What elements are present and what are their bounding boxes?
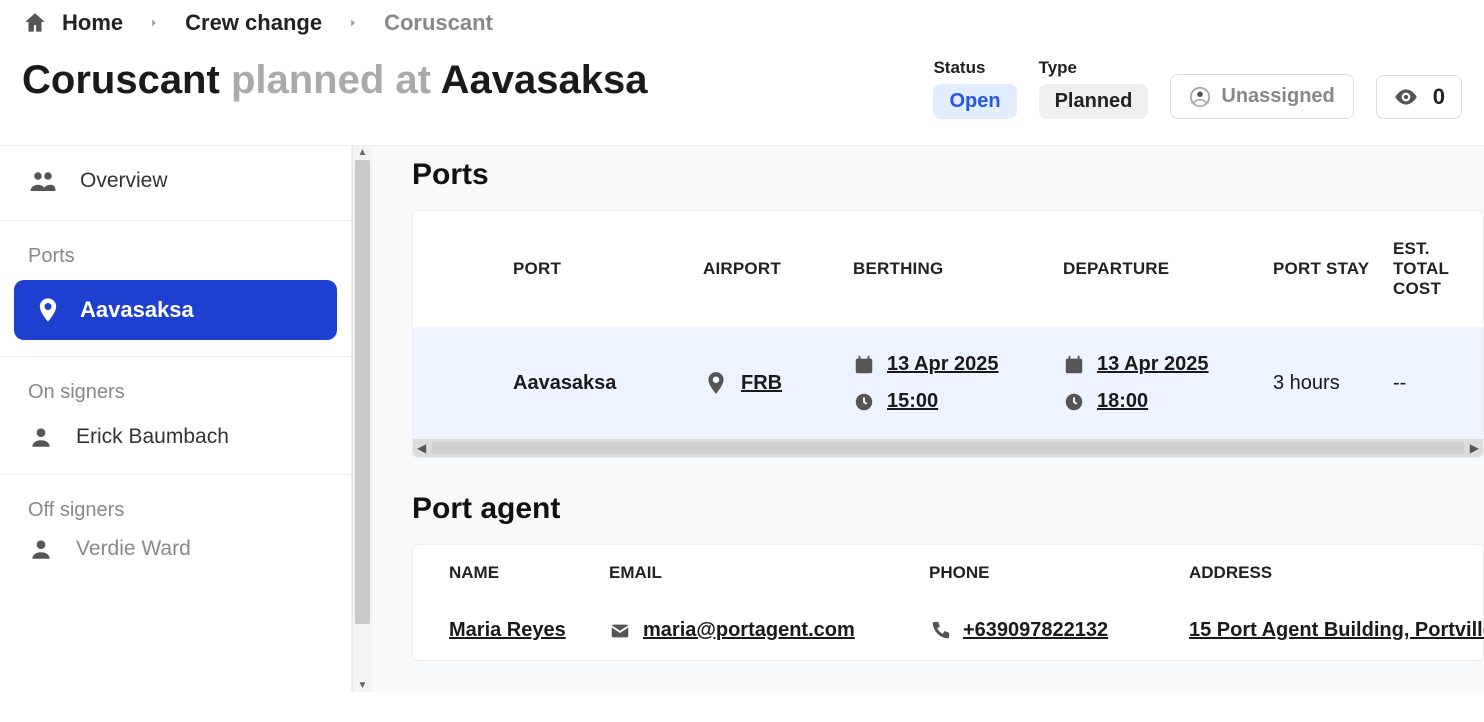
sidebar-item-label: Erick Baumbach xyxy=(76,425,229,449)
cell-airport[interactable]: FRB xyxy=(741,372,782,395)
cell-port-stay: 3 hours xyxy=(1273,372,1393,395)
breadcrumb-home-label: Home xyxy=(62,10,123,36)
scroll-down-arrow-icon: ▼ xyxy=(353,680,372,691)
calendar-icon xyxy=(853,354,875,376)
person-icon xyxy=(28,536,54,562)
chevron-right-icon xyxy=(147,16,161,30)
scrollbar-thumb[interactable] xyxy=(355,160,370,624)
cell-port-name: Aavasaksa xyxy=(513,372,703,395)
page-title: Coruscant planned at Aavasaksa xyxy=(22,58,647,103)
people-icon xyxy=(28,166,58,196)
sidebar-item-port-aavasaksa[interactable]: Aavasaksa xyxy=(14,280,337,340)
port-agent-header: NAME EMAIL PHONE ADDRESS xyxy=(413,545,1483,601)
mail-icon xyxy=(609,620,631,642)
chevron-right-icon xyxy=(346,16,360,30)
type-badge[interactable]: Planned xyxy=(1039,84,1149,119)
th-berthing: BERTHING xyxy=(853,259,1063,279)
title-relation: planned at xyxy=(231,58,431,102)
type-label: Type xyxy=(1039,58,1149,78)
phone-icon xyxy=(929,620,951,642)
sidebar-item-label: Aavasaksa xyxy=(80,297,194,323)
breadcrumb-home[interactable]: Home xyxy=(22,10,123,36)
map-pin-icon xyxy=(703,370,729,396)
scroll-up-arrow-icon: ▲ xyxy=(353,147,372,158)
person-icon xyxy=(28,424,54,450)
watchers-button[interactable]: 0 xyxy=(1376,75,1462,119)
ports-table-row[interactable]: Aavasaksa FRB 13 Apr 2025 15:00 xyxy=(413,327,1483,439)
watchers-count: 0 xyxy=(1433,84,1445,110)
scroll-right-arrow-icon: ▶ xyxy=(1470,441,1479,455)
title-port: Aavasaksa xyxy=(441,58,648,102)
scroll-left-arrow-icon: ◀ xyxy=(417,441,426,455)
scrollbar-track[interactable] xyxy=(432,442,1464,454)
agent-phone[interactable]: +639097822132 xyxy=(963,619,1108,642)
clock-icon xyxy=(1063,391,1085,413)
main-content: Ports PORT AIRPORT BERTHING DEPARTURE PO… xyxy=(372,146,1484,692)
clock-icon xyxy=(853,391,875,413)
sidebar-item-off-signer[interactable]: Verdie Ward xyxy=(0,522,351,582)
map-pin-icon xyxy=(34,296,62,324)
status-label: Status xyxy=(933,58,1016,78)
cell-est-cost: -- xyxy=(1393,372,1473,395)
assignee-button[interactable]: Unassigned xyxy=(1170,74,1353,119)
cell-berthing-time[interactable]: 15:00 xyxy=(887,390,938,413)
th-name: NAME xyxy=(449,563,609,583)
cell-departure-time[interactable]: 18:00 xyxy=(1097,390,1148,413)
sidebar-section-ports: Ports xyxy=(0,221,351,268)
status-badge[interactable]: Open xyxy=(933,84,1016,119)
sidebar-scrollbar[interactable]: ▲ ▼ xyxy=(352,146,372,692)
ports-heading: Ports xyxy=(412,158,1484,192)
breadcrumb-item-crew-change[interactable]: Crew change xyxy=(185,10,322,36)
agent-name[interactable]: Maria Reyes xyxy=(449,619,566,641)
agent-email[interactable]: maria@portagent.com xyxy=(643,619,855,642)
sidebar-section-on-signers: On signers xyxy=(0,357,351,404)
calendar-icon xyxy=(1063,354,1085,376)
sidebar-item-label: Overview xyxy=(80,169,168,193)
title-vessel: Coruscant xyxy=(22,58,220,102)
page-header: Coruscant planned at Aavasaksa Status Op… xyxy=(0,58,1484,146)
cell-berthing-date[interactable]: 13 Apr 2025 xyxy=(887,353,999,376)
ports-horizontal-scrollbar[interactable]: ◀ ▶ xyxy=(413,439,1483,457)
sidebar-item-label: Verdie Ward xyxy=(76,537,191,561)
th-port: PORT xyxy=(513,259,703,279)
port-agent-heading: Port agent xyxy=(412,492,1484,526)
th-port-stay: PORT STAY xyxy=(1273,259,1393,279)
assignee-label: Unassigned xyxy=(1221,85,1334,108)
cell-departure-date[interactable]: 13 Apr 2025 xyxy=(1097,353,1209,376)
agent-address[interactable]: 15 Port Agent Building, Portville xyxy=(1189,619,1484,641)
sidebar-section-off-signers: Off signers xyxy=(0,475,351,522)
port-agent-row: Maria Reyes maria@portagent.com +6390978… xyxy=(413,601,1483,660)
th-est-cost: EST. TOTAL COST xyxy=(1393,239,1473,299)
th-email: EMAIL xyxy=(609,563,929,583)
user-circle-icon xyxy=(1189,86,1211,108)
port-agent-table: NAME EMAIL PHONE ADDRESS Maria Reyes mar… xyxy=(412,544,1484,661)
ports-table-header: PORT AIRPORT BERTHING DEPARTURE PORT STA… xyxy=(413,211,1483,327)
sidebar-item-on-signer[interactable]: Erick Baumbach xyxy=(0,404,351,470)
breadcrumb-item-current: Coruscant xyxy=(384,10,493,36)
breadcrumb: Home Crew change Coruscant xyxy=(0,0,1484,58)
sidebar-item-overview[interactable]: Overview xyxy=(0,146,351,216)
th-departure: DEPARTURE xyxy=(1063,259,1273,279)
th-phone: PHONE xyxy=(929,563,1189,583)
th-airport: AIRPORT xyxy=(703,259,853,279)
home-icon xyxy=(22,10,48,36)
ports-table: PORT AIRPORT BERTHING DEPARTURE PORT STA… xyxy=(412,210,1484,458)
sidebar: Overview Ports Aavasaksa On signers Eric… xyxy=(0,146,352,692)
eye-icon xyxy=(1393,84,1419,110)
th-address: ADDRESS xyxy=(1189,563,1484,583)
